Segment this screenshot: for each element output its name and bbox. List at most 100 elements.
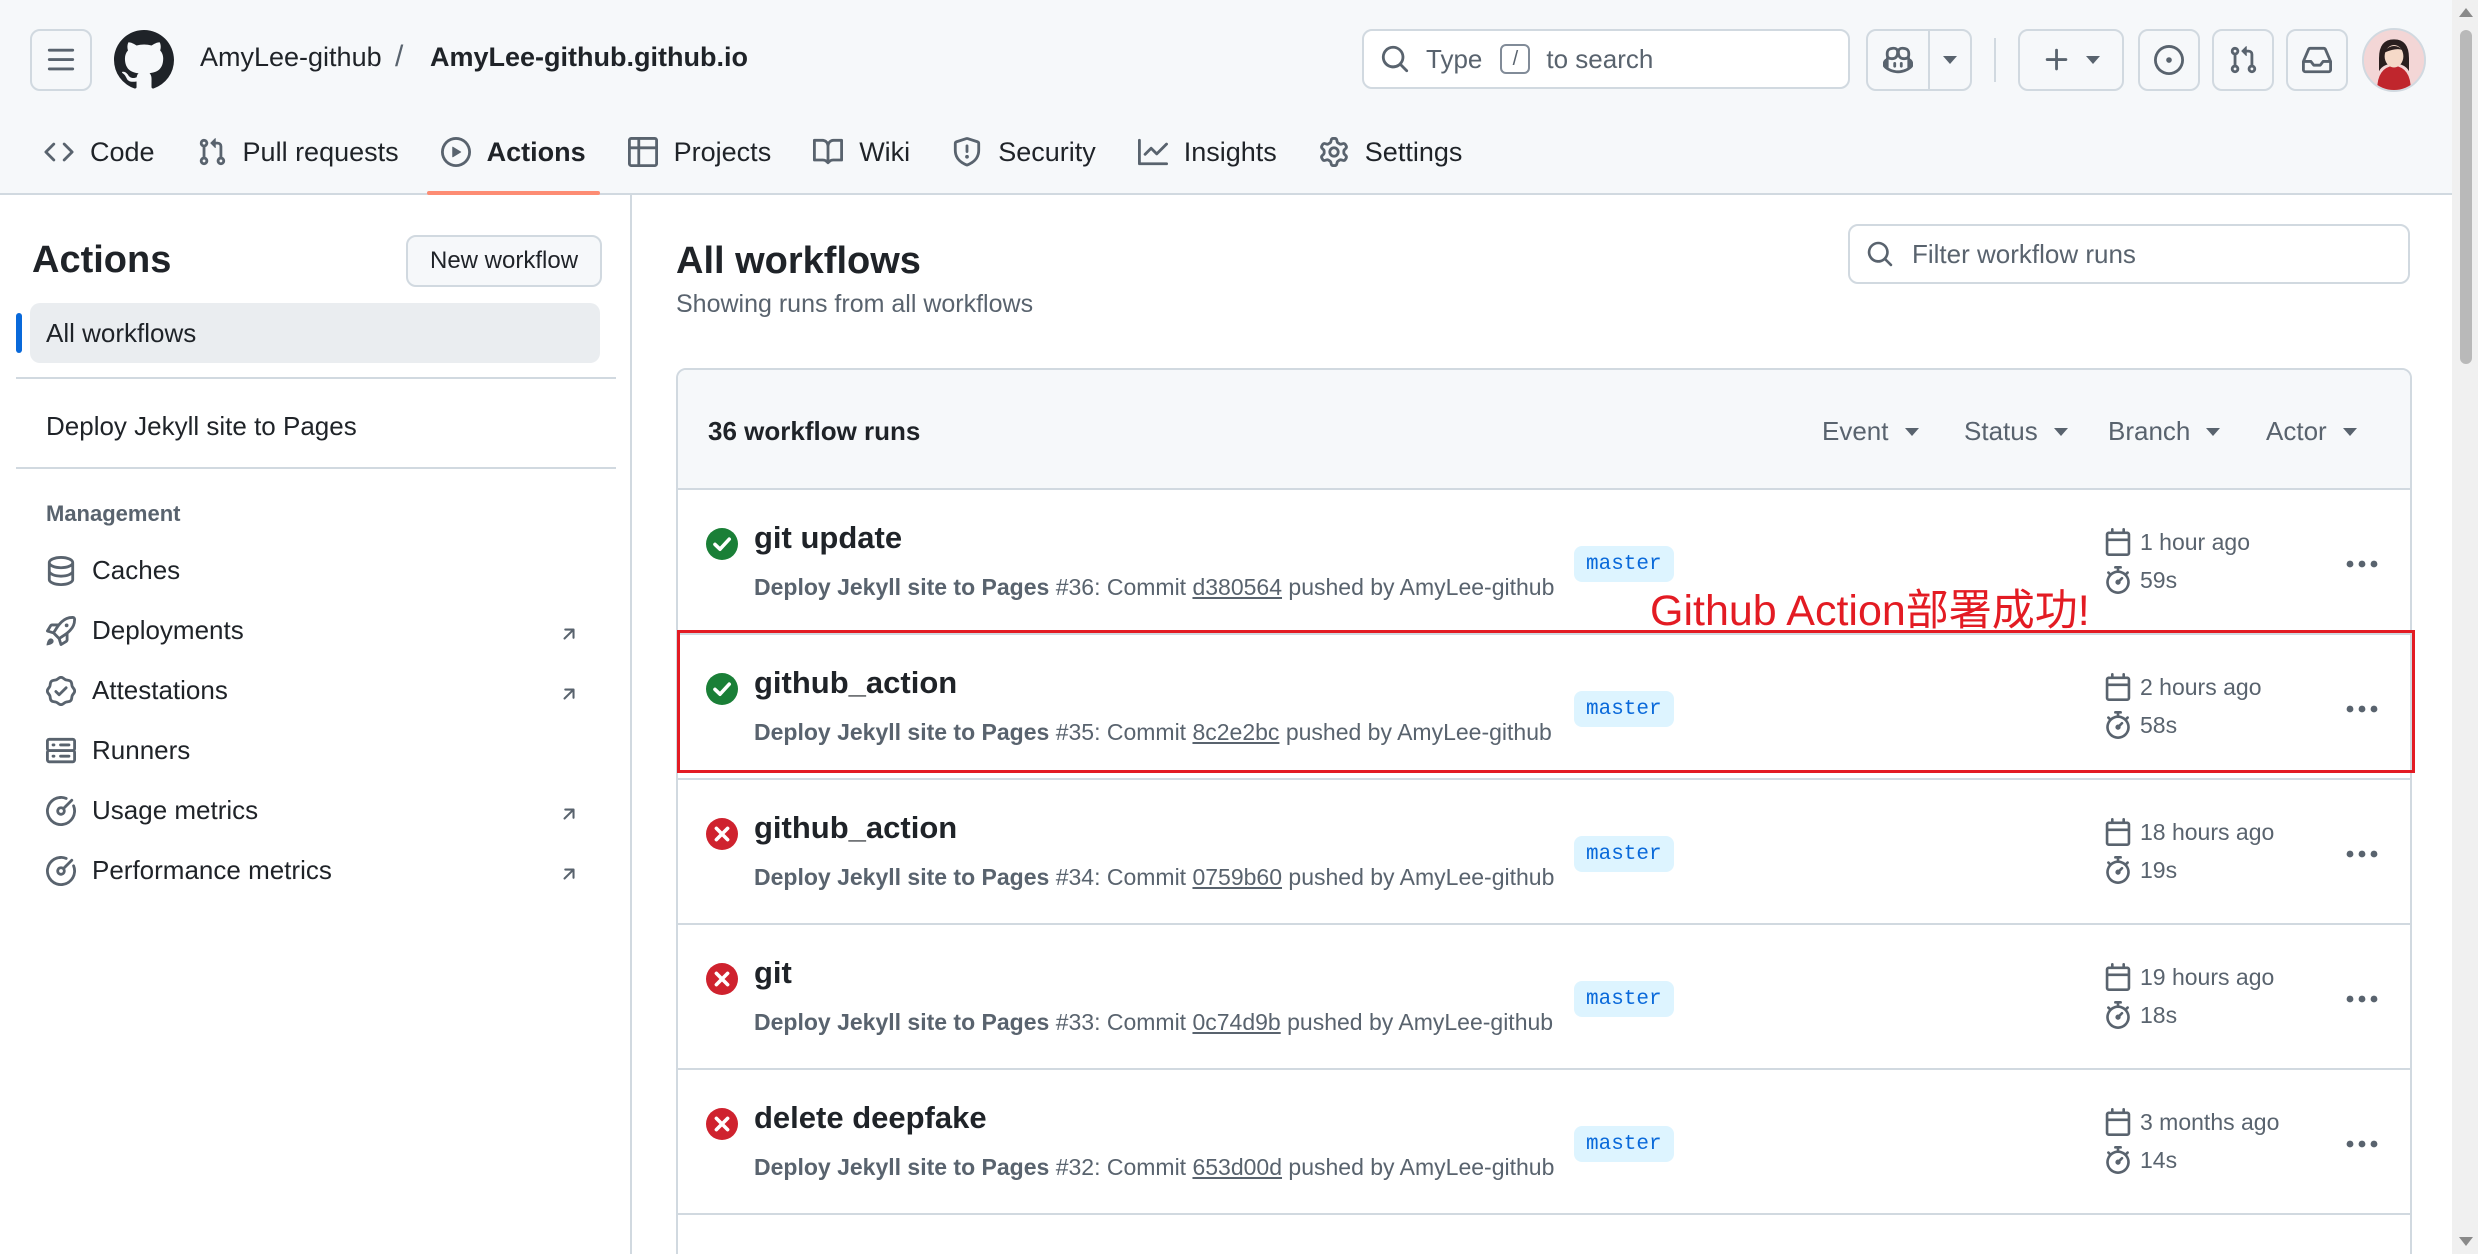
branch-label[interactable]: master	[1574, 981, 1674, 1017]
tab-security[interactable]: Security	[938, 120, 1110, 184]
commit-word: Commit	[1106, 719, 1187, 745]
kebab-horizontal-icon	[2345, 994, 2379, 1004]
arrow-up-right-icon	[563, 688, 575, 700]
tab-wiki[interactable]: Wiki	[799, 120, 924, 184]
commit-sha-link[interactable]: d380564	[1192, 574, 1282, 600]
run-duration-text: 59s	[2140, 566, 2178, 593]
create-new-button[interactable]	[2018, 29, 2124, 91]
branch-label[interactable]: master	[1574, 836, 1674, 872]
workflow-run-row[interactable]: github_action Deploy Jekyll site to Pages…	[678, 635, 2410, 780]
run-title[interactable]: github_action	[754, 665, 957, 701]
run-workflow-name: Deploy Jekyll site to Pages	[754, 1154, 1050, 1180]
workflow-run-row[interactable]: git Deploy Jekyll site to Pages #33: Comm…	[678, 925, 2410, 1070]
sidebar-item-performance-metrics[interactable]: Performance metrics	[46, 855, 332, 886]
caret-down-icon	[2342, 427, 2357, 436]
issues-button[interactable]	[2138, 29, 2200, 91]
user-avatar[interactable]	[2362, 28, 2426, 92]
menu-button[interactable]	[30, 29, 92, 91]
run-actor[interactable]: AmyLee-github	[1400, 1154, 1555, 1180]
run-menu-button[interactable]	[2342, 689, 2382, 729]
sidebar-item-label: Caches	[92, 555, 181, 585]
branch-filter[interactable]: Branch	[2108, 416, 2221, 447]
sidebar-item-deploy-jekyll[interactable]: Deploy Jekyll site to Pages	[46, 411, 357, 442]
pull-request-icon	[199, 138, 225, 166]
tab-label: Projects	[673, 136, 772, 167]
sidebar-item-usage-metrics[interactable]: Usage metrics	[46, 795, 258, 826]
workflow-run-row[interactable]: git update Deploy Jekyll site to Pages #3…	[678, 490, 2410, 635]
sidebar-item-deployments[interactable]: Deployments	[46, 615, 244, 646]
run-title[interactable]: github_action	[754, 810, 957, 846]
status-filter[interactable]: Status	[1964, 416, 2068, 447]
actor-filter[interactable]: Actor	[2266, 416, 2357, 447]
tab-projects[interactable]: Projects	[614, 120, 786, 184]
run-count: 36 workflow runs	[708, 416, 921, 446]
pushed-by-text: pushed by	[1288, 864, 1395, 890]
global-search[interactable]: Type / to search	[1362, 29, 1850, 89]
play-icon	[440, 137, 471, 167]
commit-sha-link[interactable]: 8c2e2bc	[1192, 719, 1279, 745]
run-duration-text: 18s	[2140, 1001, 2178, 1028]
tab-insights[interactable]: Insights	[1124, 120, 1291, 184]
run-actor[interactable]: AmyLee-github	[1397, 719, 1552, 745]
page-subtitle: Showing runs from all workflows	[676, 290, 1034, 318]
run-description: Deploy Jekyll site to Pages #34: Commit …	[754, 864, 1555, 890]
breadcrumb-owner[interactable]: AmyLee-github	[200, 42, 382, 73]
run-duration: 58s	[2104, 711, 2177, 739]
run-duration-text: 19s	[2140, 856, 2178, 883]
page-scrollbar[interactable]	[2452, 0, 2478, 1254]
runs-list-header: 36 workflow runs Event Status Branch Act…	[678, 370, 2410, 490]
breadcrumb-repo[interactable]: AmyLee-github.github.io	[430, 42, 748, 73]
run-menu-button[interactable]	[2342, 1124, 2382, 1164]
commit-sha-link[interactable]: 653d00d	[1192, 1154, 1282, 1180]
workflow-run-row[interactable]: delete deepfake Deploy Jekyll site to Pag…	[678, 1070, 2410, 1215]
copilot-button[interactable]	[1868, 31, 1928, 89]
commit-sha-link[interactable]: 0759b60	[1192, 864, 1282, 890]
new-workflow-button[interactable]: New workflow	[406, 235, 603, 287]
run-actor[interactable]: AmyLee-github	[1400, 574, 1555, 600]
caret-down-icon	[1942, 56, 1957, 64]
run-menu-button[interactable]	[2342, 979, 2382, 1019]
sidebar-title: Actions	[32, 239, 172, 281]
pull-requests-button[interactable]	[2212, 29, 2274, 91]
tab-actions[interactable]: Actions	[426, 120, 600, 195]
event-filter[interactable]: Event	[1822, 416, 1919, 447]
run-date: 2 hours ago	[2104, 673, 2261, 701]
run-date-text: 1 hour ago	[2140, 528, 2250, 555]
sidebar-item-attestations[interactable]: Attestations	[46, 675, 228, 706]
tab-settings[interactable]: Settings	[1305, 120, 1477, 184]
scroll-down-icon[interactable]	[2459, 1237, 2473, 1246]
workflow-label: Deploy Jekyll site to Pages	[46, 411, 357, 441]
run-title[interactable]: delete deepfake	[754, 1100, 987, 1136]
run-actor[interactable]: AmyLee-github	[1400, 864, 1555, 890]
arrow-up-right-icon	[563, 808, 575, 820]
scroll-thumb[interactable]	[2460, 30, 2472, 364]
sidebar-item-runners[interactable]: Runners	[46, 735, 190, 766]
filter-runs-input[interactable]: Filter workflow runs	[1848, 224, 2410, 284]
caret-down-icon	[2086, 56, 2100, 64]
run-actor[interactable]: AmyLee-github	[1398, 1009, 1553, 1035]
workflow-run-row[interactable]: github_action Deploy Jekyll site to Pages…	[678, 780, 2410, 925]
scroll-up-icon[interactable]	[2459, 8, 2473, 17]
branch-label[interactable]: master	[1574, 691, 1674, 727]
tab-label: Wiki	[859, 136, 911, 167]
sidebar-item-caches[interactable]: Caches	[46, 555, 180, 586]
commit-sha-link[interactable]: 0c74d9b	[1192, 1009, 1280, 1035]
tab-code[interactable]: Code	[30, 120, 169, 184]
run-menu-button[interactable]	[2342, 834, 2382, 874]
copilot-dropdown[interactable]	[1930, 31, 1970, 89]
stopwatch-icon	[2104, 856, 2140, 884]
inbox-button[interactable]	[2286, 29, 2348, 91]
search-shortcut-key: /	[1500, 44, 1531, 74]
kebab-horizontal-icon	[2345, 559, 2379, 569]
code-icon	[44, 142, 74, 162]
caret-down-icon	[2053, 427, 2068, 436]
run-title[interactable]: git update	[754, 520, 902, 556]
branch-label[interactable]: master	[1574, 1126, 1674, 1162]
github-logo-icon[interactable]	[114, 30, 174, 90]
run-workflow-name: Deploy Jekyll site to Pages	[754, 719, 1050, 745]
run-menu-button[interactable]	[2342, 544, 2382, 584]
graph-icon	[1137, 138, 1168, 166]
tab-pull-requests[interactable]: Pull requests	[183, 120, 413, 184]
run-title[interactable]: git	[754, 955, 792, 991]
sidebar-item-all-workflows[interactable]: All workflows	[30, 303, 600, 363]
